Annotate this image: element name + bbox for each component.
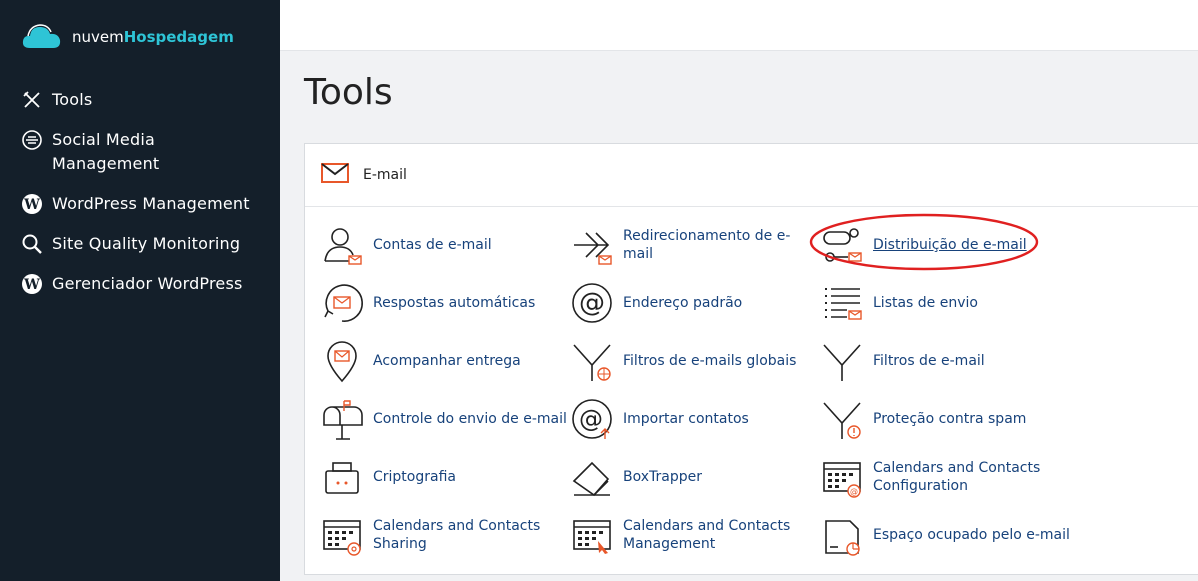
panel-title: E-mail — [363, 167, 407, 183]
sidebar-item-label: Gerenciador WordPress — [52, 274, 243, 293]
sidebar-item-label: Social Media Management — [52, 130, 160, 173]
tool-label: Acompanhar entrega — [373, 353, 521, 369]
tool-controle-envio[interactable]: Controle do envio de e-mail — [320, 394, 570, 444]
tool-label: Controle do envio de e-mail — [373, 411, 567, 427]
sidebar-item-label: Tools — [52, 90, 93, 109]
tool-importar-contatos[interactable]: @ Importar contatos — [570, 394, 820, 444]
calendar-config-icon: @ — [823, 462, 861, 498]
calendar-management-icon — [573, 520, 611, 554]
tool-respostas-automaticas[interactable]: Respostas automáticas — [320, 278, 570, 328]
brand-logo[interactable]: nuvemHospedagem — [20, 22, 234, 52]
boxtrapper-icon — [572, 461, 610, 497]
tool-calendars-management[interactable]: Calendars and Contacts Management — [570, 510, 820, 560]
tool-label: BoxTrapper — [623, 469, 702, 485]
panel-header[interactable]: E-mail — [305, 144, 1198, 207]
social-media-icon — [20, 128, 44, 152]
tool-label: Calendars and Contacts Configuration — [873, 460, 1041, 494]
svg-text:@: @ — [579, 288, 605, 318]
tool-endereco-padrao[interactable]: @ Endereço padrão — [570, 278, 820, 328]
mailbox-icon — [323, 400, 363, 440]
tool-criptografia[interactable]: Criptografia — [320, 452, 570, 502]
import-contacts-icon: @ — [572, 399, 612, 439]
autoresponders-icon — [324, 284, 363, 322]
tool-filtros-globais[interactable]: Filtros de e-mails globais — [570, 336, 820, 386]
tool-acompanhar-entrega[interactable]: Acompanhar entrega — [320, 336, 570, 386]
tool-contas-de-email[interactable]: Contas de e-mail — [320, 220, 570, 270]
tool-protecao-spam[interactable]: Proteção contra spam — [820, 394, 1070, 444]
brand-prefix: nuvem — [72, 28, 124, 46]
track-delivery-icon — [327, 341, 357, 383]
brand-name: Hospedagem — [123, 28, 234, 46]
email-routing-icon — [823, 228, 862, 262]
tool-label: Calendars and Contacts Sharing — [373, 518, 541, 552]
spam-protection-icon — [823, 402, 861, 439]
global-filter-icon — [573, 344, 611, 381]
tool-label: Distribuição de e-mail — [873, 237, 1027, 253]
tool-label: Endereço padrão — [623, 295, 743, 311]
sidebar-item-site-quality[interactable]: Site Quality Monitoring — [0, 232, 280, 256]
top-bar — [280, 0, 1198, 51]
email-accounts-icon — [324, 228, 362, 265]
tool-label: Calendars and Contacts Management — [623, 518, 791, 552]
envelope-icon — [321, 163, 349, 187]
tool-espaco-ocupado[interactable]: Espaço ocupado pelo e-mail — [820, 510, 1070, 560]
sidebar-item-tools[interactable]: Tools — [0, 88, 280, 112]
sidebar-item-gerenciador-wordpress[interactable]: W Gerenciador WordPress — [0, 272, 280, 296]
sidebar-item-label: WordPress Management — [52, 194, 250, 213]
tool-listas-de-envio[interactable]: Listas de envio — [820, 278, 1070, 328]
magnifier-icon — [20, 232, 44, 256]
sidebar-nav: Tools Social Media Management W WordPres… — [0, 88, 280, 312]
forwarders-icon — [574, 232, 612, 265]
tool-distribuicao[interactable]: Distribuição de e-mail — [820, 220, 1070, 270]
cloud-logo-icon — [22, 24, 61, 48]
tool-label: Criptografia — [373, 469, 456, 485]
page-title: Tools — [304, 72, 393, 113]
sidebar-item-label: Site Quality Monitoring — [52, 234, 241, 253]
tool-calendars-sharing[interactable]: Calendars and Contacts Sharing — [320, 510, 570, 560]
sidebar-item-wordpress-management[interactable]: W WordPress Management — [0, 192, 280, 216]
mailing-lists-icon — [825, 288, 862, 320]
sidebar-item-social-media[interactable]: Social Media Management — [0, 128, 280, 176]
tool-label: Listas de envio — [873, 295, 978, 311]
tool-boxtrapper[interactable]: BoxTrapper — [570, 452, 820, 502]
sidebar: nuvemHospedagem Tools Social Media Manag… — [0, 0, 280, 581]
tool-filtros-de-email[interactable]: Filtros de e-mail — [820, 336, 1070, 386]
svg-text:@: @ — [850, 487, 858, 496]
encryption-icon — [325, 462, 359, 494]
tool-calendars-configuration[interactable]: @ Calendars and Contacts Configuration — [820, 452, 1070, 502]
tool-label: Espaço ocupado pelo e-mail — [873, 527, 1070, 543]
svg-text:@: @ — [579, 405, 603, 433]
tool-label: Importar contatos — [623, 411, 749, 427]
wordpress-icon: W — [20, 192, 44, 216]
filter-icon — [823, 344, 861, 381]
svg-text:W: W — [23, 197, 40, 213]
tool-label: Filtros de e-mails globais — [623, 353, 797, 369]
calendar-sharing-icon — [323, 520, 361, 556]
at-sign-icon: @ — [572, 283, 612, 323]
tool-label: Respostas automáticas — [373, 295, 536, 311]
tool-label: Contas de e-mail — [373, 237, 492, 253]
wordpress-icon: W — [20, 272, 44, 296]
tool-redirecionamento[interactable]: Redirecionamento de e-mail — [570, 220, 820, 270]
tools-icon — [20, 88, 44, 112]
tool-label: Proteção contra spam — [873, 411, 1027, 427]
tool-label: Redirecionamento de e-mail — [623, 228, 791, 262]
disk-usage-icon — [825, 520, 860, 556]
tool-label: Filtros de e-mail — [873, 353, 985, 369]
svg-text:W: W — [23, 277, 40, 293]
